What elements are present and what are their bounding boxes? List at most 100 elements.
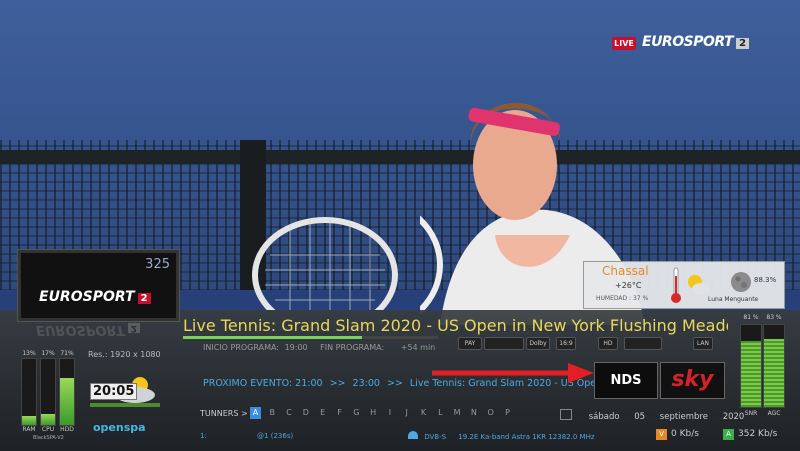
fence-rail <box>0 150 800 164</box>
video-bitrate-value: 0 Kb/s <box>671 429 699 439</box>
cpu-label: CPU <box>41 426 55 433</box>
subtitle-badge <box>624 337 662 350</box>
tuner-k: K <box>420 408 427 417</box>
sky-provider-logo: sky <box>660 362 725 399</box>
tuner-b: B <box>269 408 276 417</box>
weather-widget: Chassal +26°C HUMEDAD : 37 % 88.3% Luna … <box>583 261 785 309</box>
tuner-a: A <box>250 407 261 419</box>
channel-logo: EUROSPORT 2 <box>39 289 151 305</box>
audio-bitrate: A 352 Kb/s <box>723 429 777 440</box>
satellite-dish-icon <box>408 431 418 439</box>
event-title: Live Tennis: Grand Slam 2020 - US Open i… <box>183 316 728 335</box>
tuner-o: O <box>487 408 494 417</box>
crypt-badge <box>484 337 524 350</box>
moon-phase: Luna Menguante <box>708 296 759 303</box>
snr-label: SNR <box>744 410 758 417</box>
service-info: 1: @1 (236s) <box>200 432 293 440</box>
snr-meter <box>740 324 762 408</box>
channel-logo-box: 325 EUROSPORT 2 <box>18 250 179 321</box>
weather-humidity: HUMEDAD : 37 % <box>596 295 649 302</box>
ram-meter <box>21 358 37 426</box>
hdd-label: HDD <box>60 426 74 433</box>
weather-temperature: +26°C <box>615 281 642 290</box>
tennis-racket-image <box>252 217 398 310</box>
channel-logo-text: EUROSPORT <box>39 289 135 305</box>
live-badge: LIVE <box>612 37 636 50</box>
date-weekday: sábado <box>588 412 620 422</box>
tuner-e: E <box>320 408 326 417</box>
moon-icon <box>731 272 751 292</box>
tuner-n: N <box>470 408 477 417</box>
start-time: 19:00 <box>284 343 308 352</box>
next-event-label: PROXIMO EVENTO: <box>203 378 293 389</box>
event-progress-bar <box>183 336 438 339</box>
cpu-meter-fill <box>41 413 55 425</box>
tuner-m: M <box>453 408 461 417</box>
channel-number: 325 <box>145 257 170 272</box>
nds-provider-logo: NDS <box>594 362 658 399</box>
agc-meter <box>763 324 785 408</box>
date-day: 05 <box>634 412 646 422</box>
start-label: INICIO PROGRAMA: <box>203 343 280 352</box>
agc-label: AGC <box>767 410 781 417</box>
channel-logo-number: 2 <box>137 293 151 304</box>
openspa-logo: openspa <box>93 421 146 434</box>
skin-name: BlackSPA-V2 <box>33 435 64 441</box>
event-progress-fill <box>183 336 362 339</box>
next-event-sep2: >> <box>386 378 403 389</box>
sun-cloud-icon <box>688 275 710 295</box>
service-index: 1: <box>200 432 207 440</box>
end-label: FIN PROGRAMA: <box>320 343 385 352</box>
reflection-number: 2 <box>127 323 140 333</box>
audio-bitrate-icon: A <box>723 429 734 440</box>
satellite-system: DVB-S <box>424 433 447 441</box>
tuner-g: G <box>353 408 360 417</box>
hd-badge: HD <box>598 337 618 350</box>
snr-meter-fill <box>741 340 761 407</box>
date-month: septiembre <box>659 412 708 422</box>
channel-logo-reflection: EUROSPORT 2 <box>36 322 140 337</box>
next-event-start: 21:00 <box>295 378 323 389</box>
tuner-c: C <box>286 408 292 417</box>
ram-meter-fill <box>22 416 36 425</box>
watermark-logo-number: 2 <box>736 38 749 49</box>
watermark-logo-text: EUROSPORT <box>642 34 734 50</box>
pay-badge: PAY <box>458 337 482 350</box>
calendar-icon <box>560 409 572 420</box>
cpu-meter <box>40 358 56 426</box>
tuner-i: I <box>388 408 392 417</box>
current-date: sábado 05 septiembre 2020 <box>560 409 744 422</box>
tuner-f: F <box>337 408 342 417</box>
hdd-meter-fill <box>60 378 74 425</box>
hdd-percent: 71% <box>60 350 74 357</box>
red-arrow-annotation <box>432 363 594 383</box>
video-bitrate-icon: V <box>656 429 667 440</box>
next-event-end: 23:00 <box>352 378 380 389</box>
video-bitrate: V 0 Kb/s <box>656 429 699 440</box>
clock-time: 20:05 <box>90 383 138 400</box>
tuner-h: H <box>370 408 377 417</box>
agc-meter-fill <box>764 338 784 407</box>
tuners-label: TUNNERS > <box>200 409 248 418</box>
video-resolution: Res.: 1920 x 1080 <box>88 350 161 359</box>
remaining-time: +54 min <box>400 343 436 352</box>
tuner-p: P <box>505 408 510 417</box>
cpu-percent: 17% <box>41 350 55 357</box>
dolby-badge: Dolby <box>526 337 550 350</box>
program-times: INICIO PROGRAMA: 19:00 FIN PROGRAMA: +54… <box>203 343 435 352</box>
moon-illumination: 88.3% <box>754 276 777 284</box>
service-code: @1 (236s) <box>257 432 294 440</box>
snr-percent: 81 % <box>743 314 759 321</box>
reflection-text: EUROSPORT <box>36 322 125 337</box>
channel-watermark-logo: EUROSPORT 2 <box>642 34 749 50</box>
satellite-details: 19.2E Ka-band Astra 1KR 12382.0 MHz <box>458 433 595 441</box>
tuner-j: J <box>405 408 408 417</box>
tuner-d: D <box>302 408 309 417</box>
ram-percent: 13% <box>22 350 36 357</box>
audio-bitrate-value: 352 Kb/s <box>738 429 778 439</box>
ram-label: RAM <box>22 426 36 433</box>
satellite-info: DVB-S 19.2E Ka-band Astra 1KR 12382.0 MH… <box>408 431 595 441</box>
tuner-l: L <box>438 408 443 417</box>
next-event-sep: >> <box>329 378 346 389</box>
agc-percent: 83 % <box>766 314 782 321</box>
